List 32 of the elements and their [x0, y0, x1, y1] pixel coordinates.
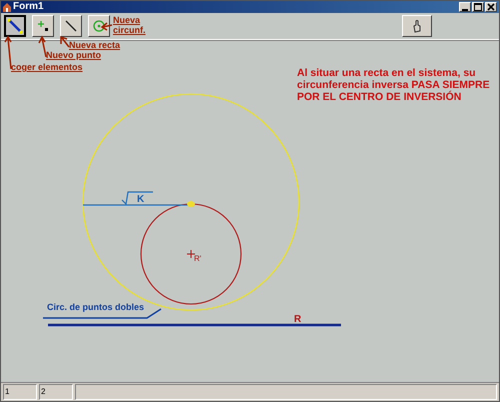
- line-tool-icon: [7, 18, 23, 34]
- status-panel: 2: [39, 384, 73, 400]
- hand-icon: [412, 19, 422, 33]
- callout-arrow: [60, 36, 70, 48]
- explanation-note: Al situar una recta en el sistema, su circunferencia inversa PASA SIEMPRE POR EL CENTRO DE INVERSIÓN: [297, 67, 491, 103]
- callout-label: Nueva recta: [69, 40, 120, 50]
- inversion-point: [187, 201, 195, 207]
- window-title: Form1: [13, 1, 44, 13]
- line-label: R: [294, 314, 302, 325]
- line-icon: [65, 20, 77, 32]
- maximize-icon: [474, 3, 482, 11]
- hand-tool-button[interactable]: [402, 15, 432, 37]
- callout-arrow: [4, 36, 12, 70]
- callout-label: Nueva circunf.: [113, 15, 147, 35]
- callout-arrow: [38, 35, 47, 58]
- center-cross: [186, 250, 196, 258]
- square-root-sign: [122, 191, 153, 206]
- radius-label: K: [137, 194, 144, 205]
- circle-label: Circ. de puntos dobles: [47, 302, 144, 313]
- close-button[interactable]: [485, 2, 497, 12]
- house-icon: [3, 2, 11, 12]
- callout-label: Nuevo punto: [46, 50, 101, 60]
- minimize-button[interactable]: [459, 2, 471, 12]
- circle-icon: [93, 20, 105, 32]
- close-icon: [487, 3, 495, 11]
- status-panel: 1: [3, 384, 37, 400]
- callout-label: coger elementos: [11, 62, 83, 72]
- point-icon: [37, 20, 49, 32]
- center-label: R': [194, 253, 202, 264]
- maximize-button[interactable]: [472, 2, 484, 12]
- tool-button[interactable]: [4, 15, 26, 37]
- callout-arrow: [100, 22, 113, 31]
